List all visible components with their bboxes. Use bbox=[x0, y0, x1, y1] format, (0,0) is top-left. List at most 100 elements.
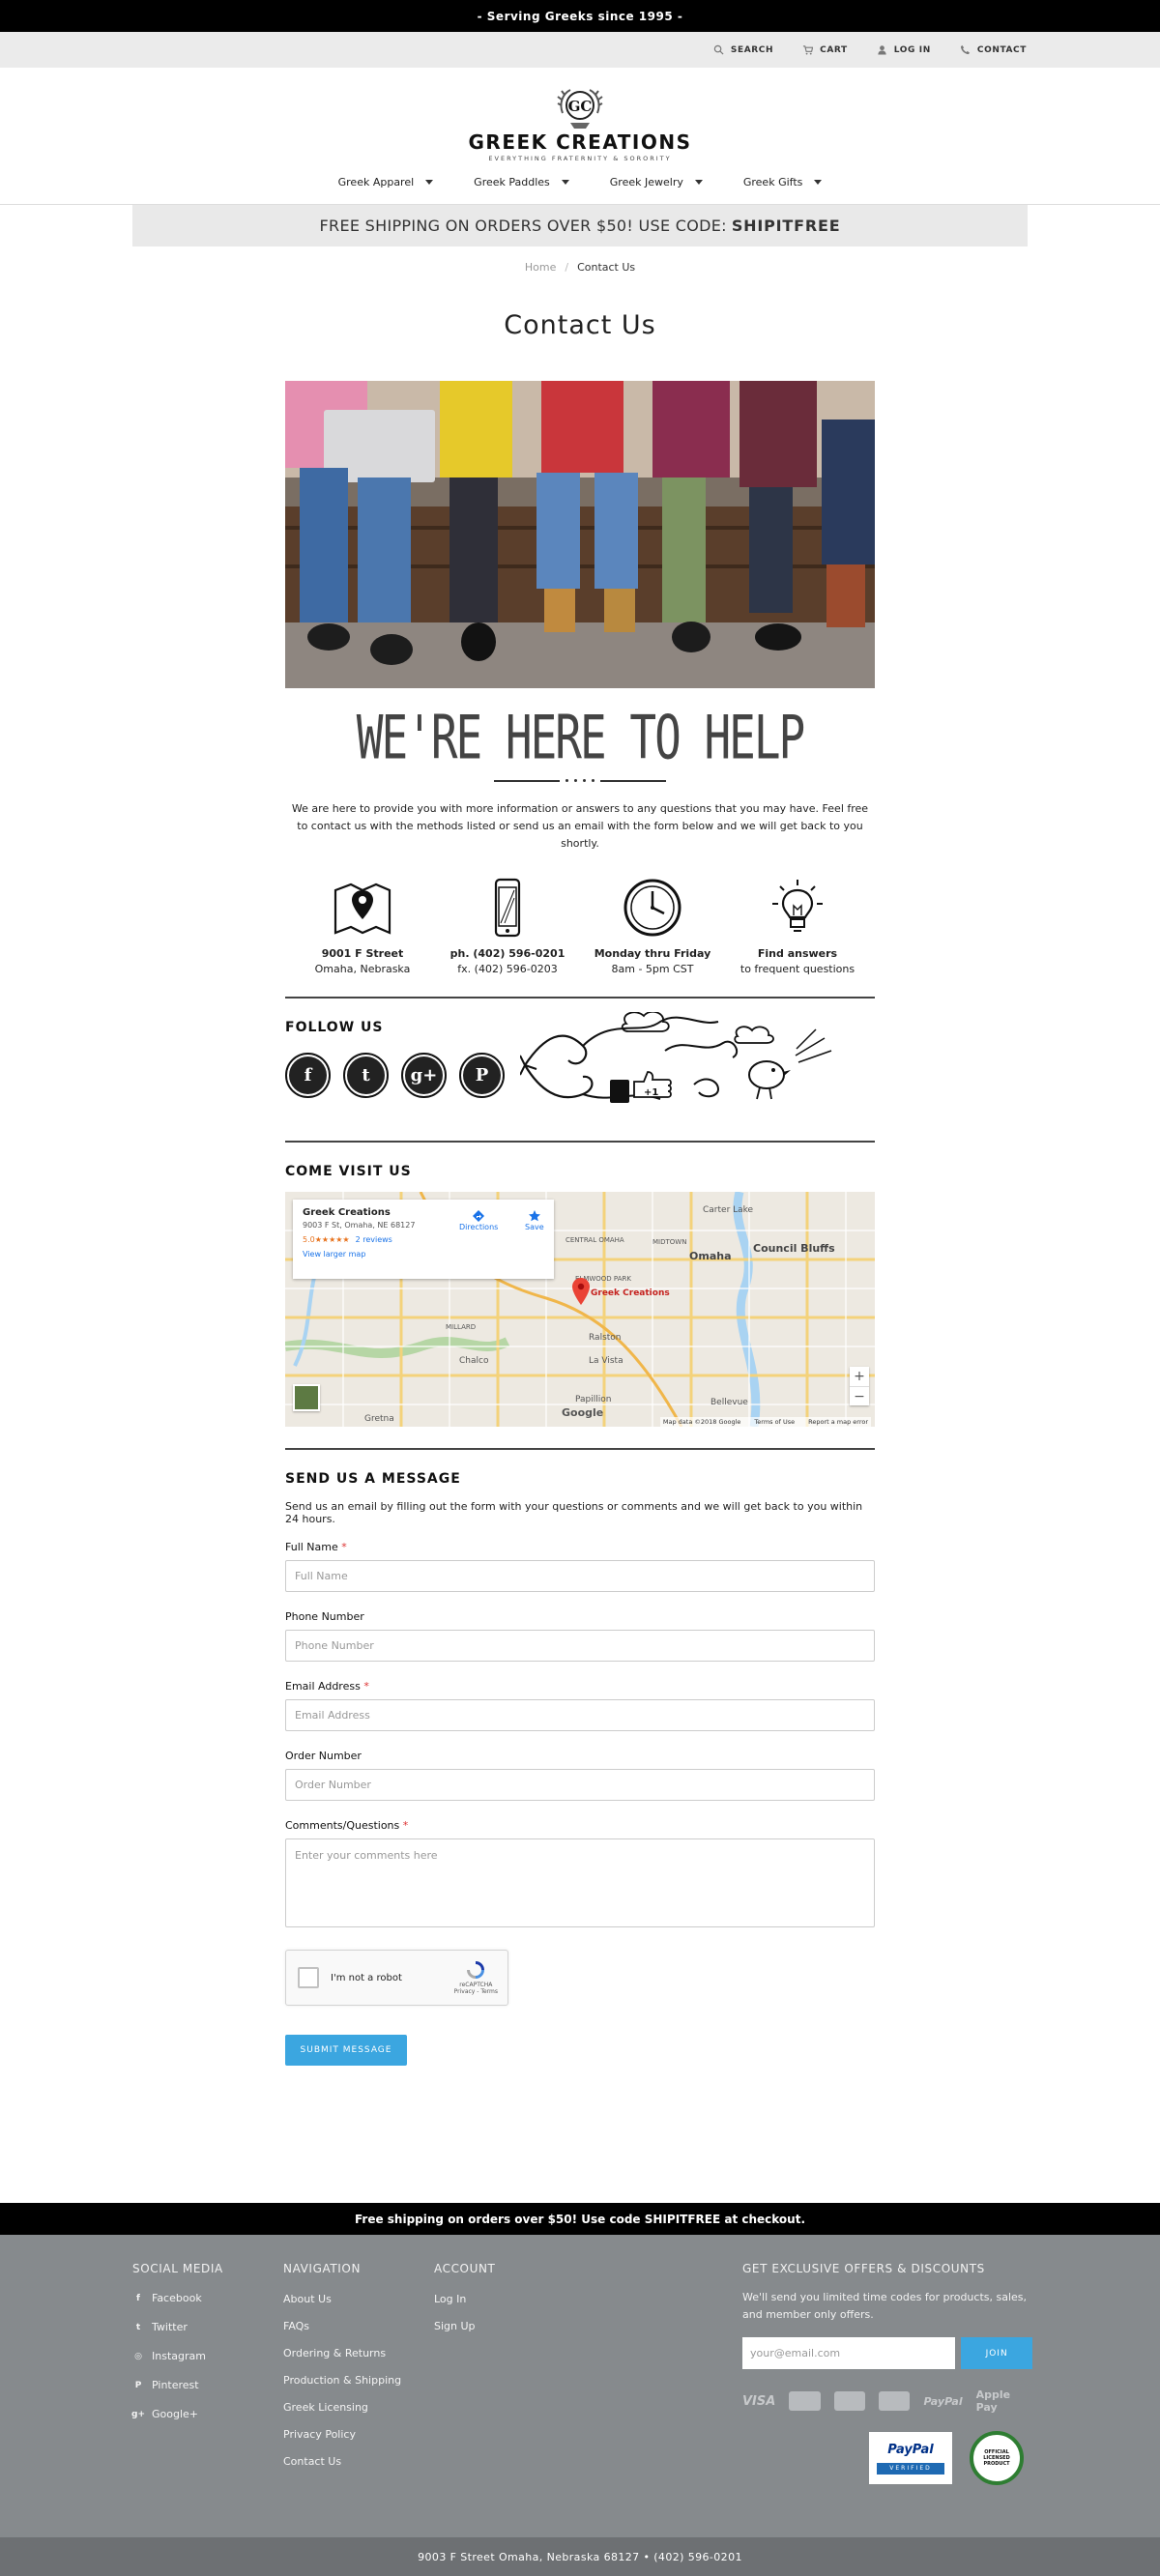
map-terms-link[interactable]: Terms of Use bbox=[754, 1418, 795, 1426]
footer-twitter-link[interactable]: t Twitter bbox=[132, 2321, 223, 2333]
pinterest-button[interactable]: P bbox=[459, 1053, 505, 1098]
map-label: MILLARD bbox=[446, 1323, 477, 1331]
directions-button[interactable]: Directions bbox=[459, 1209, 498, 1231]
footer-login-link[interactable]: Log In bbox=[434, 2293, 496, 2305]
pinterest-icon: P bbox=[463, 1056, 501, 1094]
email-address-label: Email Address * bbox=[285, 1680, 875, 1693]
dot bbox=[566, 779, 568, 782]
directions-label: Directions bbox=[459, 1223, 499, 1231]
footer-nav-link[interactable]: Production & Shipping bbox=[283, 2374, 401, 2387]
map-label: CENTRAL OMAHA bbox=[566, 1236, 624, 1244]
shipping-code: SHIPITFREE bbox=[731, 217, 841, 235]
footer-nav-link[interactable]: FAQs bbox=[283, 2320, 401, 2332]
map-pin-icon[interactable] bbox=[572, 1278, 590, 1305]
satellite-toggle[interactable] bbox=[293, 1384, 320, 1411]
rating-value: 5.0 bbox=[303, 1235, 315, 1244]
recaptcha-checkbox[interactable] bbox=[298, 1967, 319, 1988]
paypal-logo: PayPal bbox=[887, 2442, 934, 2457]
shipping-banner: FREE SHIPPING ON ORDERS OVER $50! USE CO… bbox=[132, 205, 1028, 246]
recaptcha-label: I'm not a robot bbox=[331, 1972, 402, 1983]
breadcrumb-home[interactable]: Home bbox=[525, 261, 556, 274]
amex-icon bbox=[833, 2391, 866, 2411]
comments-textarea[interactable]: Enter your comments here bbox=[285, 1838, 875, 1927]
contact-info-row: 9001 F Street Omaha, Nebraska ph. (402) … bbox=[285, 877, 875, 975]
required-marker: * bbox=[402, 1819, 409, 1832]
footer-navigation-column: NAVIGATION About Us FAQs Ordering & Retu… bbox=[283, 2262, 401, 2468]
nav-greek-apparel[interactable]: Greek Apparel bbox=[338, 176, 434, 188]
field-group: Full Name * Full Name bbox=[285, 1541, 875, 1592]
newsletter-join-button[interactable]: JOIN bbox=[961, 2337, 1032, 2369]
contact-form-section: SEND US A MESSAGE Send us an email by fi… bbox=[285, 1450, 875, 2066]
google-plus-icon: g+ bbox=[405, 1056, 443, 1094]
save-button[interactable]: Save bbox=[525, 1209, 544, 1231]
dot bbox=[574, 779, 577, 782]
phone-line2: fx. (402) 596-0203 bbox=[457, 963, 558, 975]
logo-monogram: GC bbox=[568, 98, 593, 115]
footer-nav-link[interactable]: Ordering & Returns bbox=[283, 2347, 401, 2359]
site-header: GC GREEK CREATIONS EVERYTHING FRATERNITY… bbox=[0, 68, 1160, 205]
licensed-product-badge: OFFICIAL LICENSED PRODUCT bbox=[970, 2431, 1024, 2485]
map-label: La Vista bbox=[589, 1356, 624, 1366]
search-label: SEARCH bbox=[730, 44, 774, 55]
cart-link[interactable]: CART bbox=[802, 44, 848, 55]
dot bbox=[583, 779, 586, 782]
login-link[interactable]: LOG IN bbox=[877, 44, 931, 55]
required-marker: * bbox=[341, 1541, 347, 1553]
contact-link[interactable]: CONTACT bbox=[960, 44, 1027, 55]
google-plus-button[interactable]: g+ bbox=[401, 1053, 447, 1098]
site-logo[interactable]: GC GREEK CREATIONS EVERYTHING FRATERNITY… bbox=[469, 86, 692, 162]
hours-line2: 8am - 5pm CST bbox=[611, 963, 694, 975]
footer-nav-link[interactable]: Greek Licensing bbox=[283, 2401, 401, 2414]
map-icon bbox=[334, 883, 392, 935]
footer-facebook-link[interactable]: f Facebook bbox=[132, 2292, 223, 2304]
newsletter-email-input[interactable]: your@email.com bbox=[742, 2337, 956, 2369]
google-map[interactable]: Carter Lake Omaha Council Bluffs Ralston… bbox=[285, 1192, 875, 1427]
order-number-input[interactable]: Order Number bbox=[285, 1769, 875, 1801]
footer-nav-link[interactable]: Privacy Policy bbox=[283, 2428, 401, 2441]
info-faq[interactable]: Find answers to frequent questions bbox=[730, 877, 865, 975]
order-number-label: Order Number bbox=[285, 1750, 875, 1762]
help-title: WE'RE HERE TO HELP bbox=[356, 702, 805, 773]
footer-instagram-link[interactable]: ◎ Instagram bbox=[132, 2350, 223, 2362]
help-heading: WE'RE HERE TO HELP bbox=[285, 703, 875, 782]
view-larger-map-link[interactable]: View larger map bbox=[303, 1250, 544, 1259]
label-text: Comments/Questions bbox=[285, 1819, 400, 1832]
footer-nav-link[interactable]: Contact Us bbox=[283, 2455, 401, 2468]
submit-message-button[interactable]: SUBMIT MESSAGE bbox=[285, 2035, 407, 2066]
twitter-button[interactable]: t bbox=[343, 1053, 389, 1098]
logo-name: GREEK CREATIONS bbox=[468, 130, 692, 154]
zoom-in-button[interactable]: + bbox=[850, 1367, 869, 1386]
footer-nav-link[interactable]: About Us bbox=[283, 2293, 401, 2305]
divider-line bbox=[600, 779, 666, 782]
map-report-link[interactable]: Report a map error bbox=[808, 1418, 868, 1426]
footer-signup-link[interactable]: Sign Up bbox=[434, 2320, 496, 2332]
info-hours: Monday thru Friday 8am - 5pm CST bbox=[585, 877, 720, 975]
footer-offers-text: We'll send you limited time codes for pr… bbox=[742, 2291, 1028, 2321]
search-icon bbox=[713, 44, 724, 55]
field-group: Email Address * Email Address bbox=[285, 1680, 875, 1731]
place-address: 9003 F St, Omaha, NE 68127 bbox=[303, 1221, 416, 1230]
recaptcha-links[interactable]: Privacy - Terms bbox=[454, 1988, 498, 1995]
map-label: MIDTOWN bbox=[652, 1238, 687, 1246]
facebook-button[interactable]: f bbox=[285, 1053, 331, 1098]
phone-icon bbox=[960, 44, 970, 55]
nav-greek-jewelry[interactable]: Greek Jewelry bbox=[610, 176, 703, 188]
address-line2: Omaha, Nebraska bbox=[314, 963, 411, 975]
search-link[interactable]: SEARCH bbox=[713, 44, 773, 55]
info-phone[interactable]: ph. (402) 596-0201 fx. (402) 596-0203 bbox=[440, 877, 575, 975]
full-name-input[interactable]: Full Name bbox=[285, 1560, 875, 1592]
trust-badges: PayPal VERIFIED OFFICIAL LICENSED PRODUC… bbox=[869, 2431, 1032, 2485]
footer-google-plus-link[interactable]: g+ Google+ bbox=[131, 2408, 223, 2420]
email-address-input[interactable]: Email Address bbox=[285, 1699, 875, 1731]
phone-number-input[interactable]: Phone Number bbox=[285, 1630, 875, 1662]
zoom-out-button[interactable]: − bbox=[850, 1386, 869, 1405]
field-group: Phone Number Phone Number bbox=[285, 1610, 875, 1662]
nav-greek-paddles[interactable]: Greek Paddles bbox=[474, 176, 569, 188]
footer-promo-text: Free shipping on orders over $50! Use co… bbox=[354, 2212, 806, 2226]
visit-title: COME VISIT US bbox=[285, 1164, 412, 1179]
required-marker: * bbox=[363, 1680, 369, 1693]
paypal-icon: PayPal bbox=[923, 2394, 963, 2408]
nav-greek-gifts[interactable]: Greek Gifts bbox=[743, 176, 823, 188]
footer-pinterest-link[interactable]: P Pinterest bbox=[132, 2379, 223, 2391]
reviews-link[interactable]: 2 reviews bbox=[356, 1235, 392, 1244]
